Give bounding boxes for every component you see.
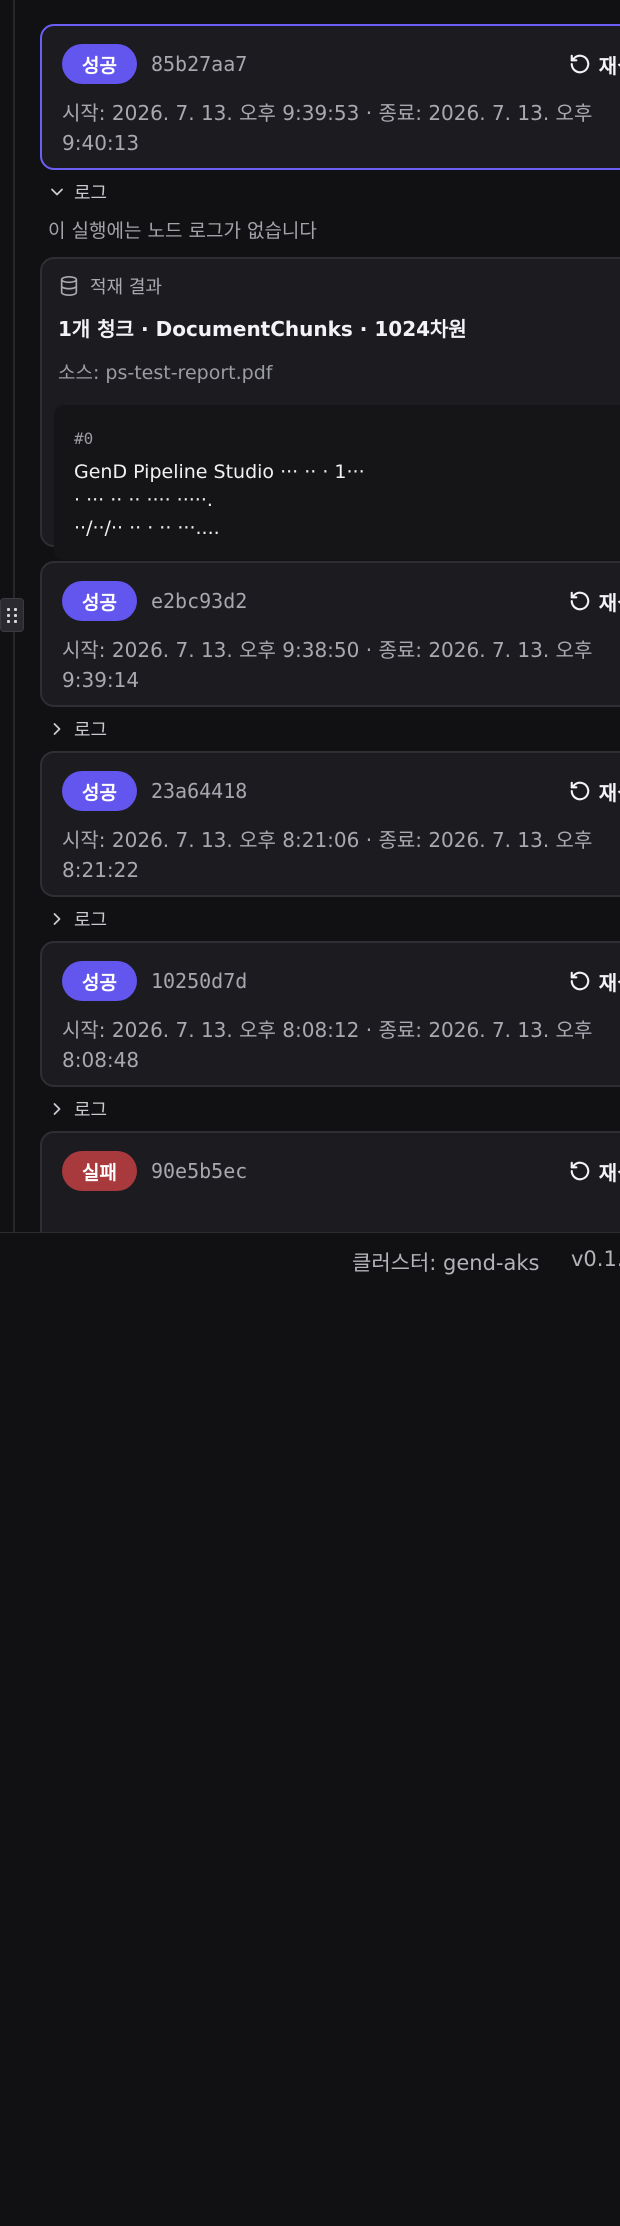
chunk-index: #0 <box>74 429 94 448</box>
retry-label: 재실행 <box>598 1162 620 1185</box>
retry-button[interactable]: 재실행 <box>569 961 620 1001</box>
load-result-header: 적재 결과 <box>58 273 620 299</box>
status-badge: 성공 <box>62 771 137 811</box>
run-id: 90e5b5ec <box>150 1159 248 1183</box>
status-badge: 성공 <box>62 44 137 84</box>
run-time: 시작: 2026. 7. 13. 오후 8:08:12 · 종료: 2026. … <box>62 1018 593 1072</box>
run-card[interactable]: 성공 23a64418 재실행 시작: 2026. 7. 13. 오후 8:21… <box>40 751 620 897</box>
run-id: 85b27aa7 <box>150 52 248 76</box>
run-header: 성공 10250d7d <box>62 961 620 1001</box>
run-list: 성공 85b27aa7 재실행 시작: 2026. 7. 13. 오후 9:39… <box>40 24 620 1232</box>
status-badge: 실패 <box>62 1151 137 1191</box>
retry-label: 재실행 <box>598 55 620 78</box>
rotate-ccw-icon <box>570 971 590 991</box>
run-header: 성공 23a64418 <box>62 771 620 811</box>
database-icon <box>60 276 78 296</box>
status-bar: 클러스터: gend-aks v0.1.0 <box>0 1232 620 1292</box>
status-badge: 성공 <box>62 581 137 621</box>
resize-handle[interactable] <box>0 598 24 632</box>
chevron-down-icon <box>51 188 63 196</box>
run-card[interactable]: 성공 e2bc93d2 재실행 시작: 2026. 7. 13. 오후 9:38… <box>40 561 620 707</box>
run-id: e2bc93d2 <box>150 589 248 613</box>
retry-button[interactable]: 재실행 <box>569 1151 620 1191</box>
rotate-ccw-icon <box>570 54 590 74</box>
chunk-line: · ··· ·· ·· ···· ·····. <box>74 489 213 511</box>
chunk-line: ··/··/·· ·· · ·· ···.... <box>74 517 220 539</box>
rotate-ccw-icon <box>570 591 590 611</box>
run-card[interactable]: 실패 90e5b5ec 재실행 <box>40 1131 620 1232</box>
status-badge: 성공 <box>62 961 137 1001</box>
drag-handle-icon <box>6 607 18 623</box>
run-history-panel: 성공 85b27aa7 재실행 시작: 2026. 7. 13. 오후 9:39… <box>0 0 620 1232</box>
run-header: 성공 e2bc93d2 <box>62 581 620 621</box>
run-card[interactable]: 성공 10250d7d 재실행 시작: 2026. 7. 13. 오후 8:08… <box>40 941 620 1087</box>
run-time: 시작: 2026. 7. 13. 오후 8:21:06 · 종료: 2026. … <box>62 828 593 882</box>
log-toggle[interactable]: 로그 <box>50 170 620 214</box>
retry-label: 재실행 <box>598 972 620 995</box>
rotate-ccw-icon <box>570 781 590 801</box>
run-card[interactable]: 성공 85b27aa7 재실행 시작: 2026. 7. 13. 오후 9:39… <box>40 24 620 170</box>
chevron-right-icon <box>53 723 61 735</box>
chunk-preview: #0 GenD Pipeline Studio ··· ·· · 1··· · … <box>54 405 620 560</box>
retry-button[interactable]: 재실행 <box>569 771 620 811</box>
run-id: 10250d7d <box>150 969 248 993</box>
chevron-right-icon <box>53 913 61 925</box>
log-label: 로그 <box>74 1100 108 1121</box>
retry-label: 재실행 <box>598 592 620 615</box>
run-header: 성공 85b27aa7 <box>62 44 620 84</box>
run-time: 시작: 2026. 7. 13. 오후 9:38:50 · 종료: 2026. … <box>62 638 593 692</box>
rotate-ccw-icon <box>570 1161 590 1181</box>
log-toggle[interactable]: 로그 <box>50 707 620 751</box>
retry-button[interactable]: 재실행 <box>569 581 620 621</box>
retry-label: 재실행 <box>598 782 620 805</box>
app-version: v0.1.0 <box>571 1247 620 1271</box>
run-header: 실패 90e5b5ec <box>62 1151 620 1191</box>
load-result-source: 소스: ps-test-report.pdf <box>58 362 273 384</box>
load-result-heading: 적재 결과 <box>90 277 162 298</box>
log-label: 로그 <box>74 183 108 204</box>
chunk-line: GenD Pipeline Studio ··· ·· · 1··· <box>74 461 365 483</box>
cluster-name: 클러스터: gend-aks <box>352 1251 540 1275</box>
run-time: 시작: 2026. 7. 13. 오후 9:39:53 · 종료: 2026. … <box>62 101 593 155</box>
retry-button[interactable]: 재실행 <box>569 44 620 84</box>
log-label: 로그 <box>74 910 108 931</box>
log-toggle[interactable]: 로그 <box>50 1087 620 1131</box>
chevron-right-icon <box>53 1103 61 1115</box>
empty-log-message: 이 실행에는 노드 로그가 없습니다 <box>48 220 317 242</box>
run-id: 23a64418 <box>150 779 248 803</box>
log-toggle[interactable]: 로그 <box>50 897 620 941</box>
load-result-card: 적재 결과 1개 청크 · DocumentChunks · 1024차원 소스… <box>40 257 620 560</box>
log-label: 로그 <box>74 720 108 741</box>
load-result-title: 1개 청크 · DocumentChunks · 1024차원 <box>58 317 467 341</box>
